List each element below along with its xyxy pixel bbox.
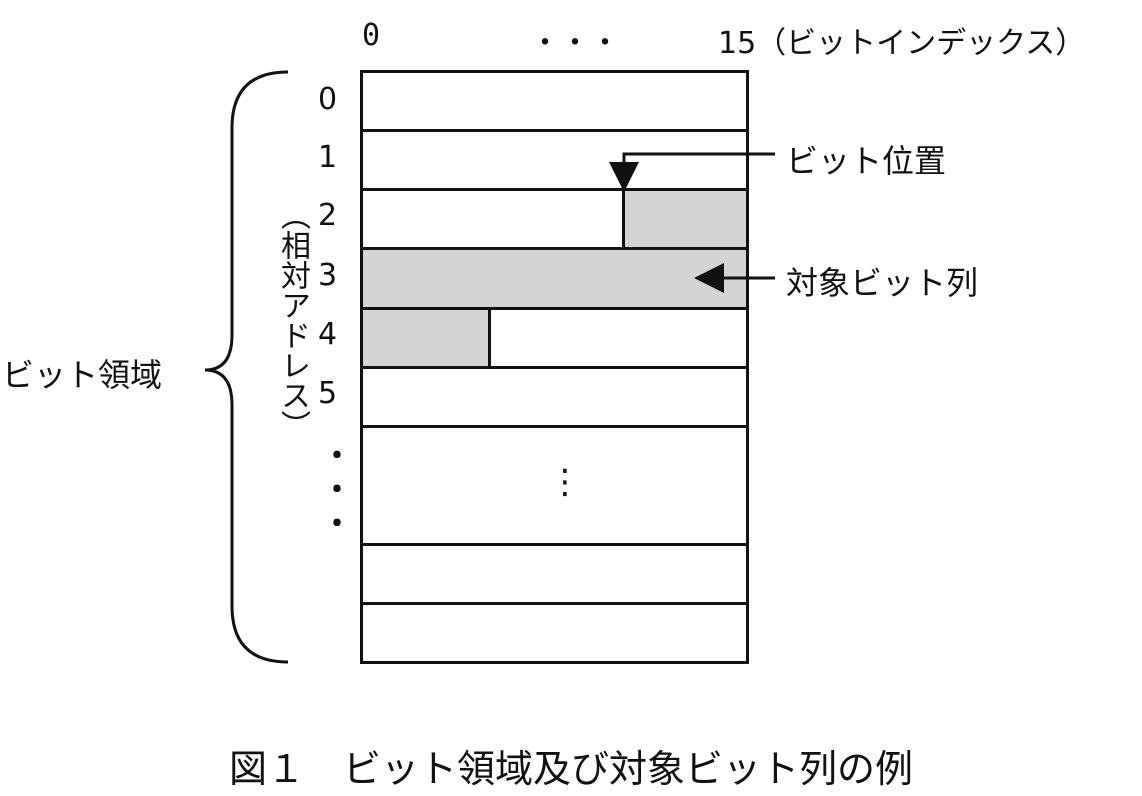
bit-area-brace [204, 70, 289, 664]
diagram-lines [204, 70, 775, 664]
bit-position-arrow [609, 152, 775, 192]
